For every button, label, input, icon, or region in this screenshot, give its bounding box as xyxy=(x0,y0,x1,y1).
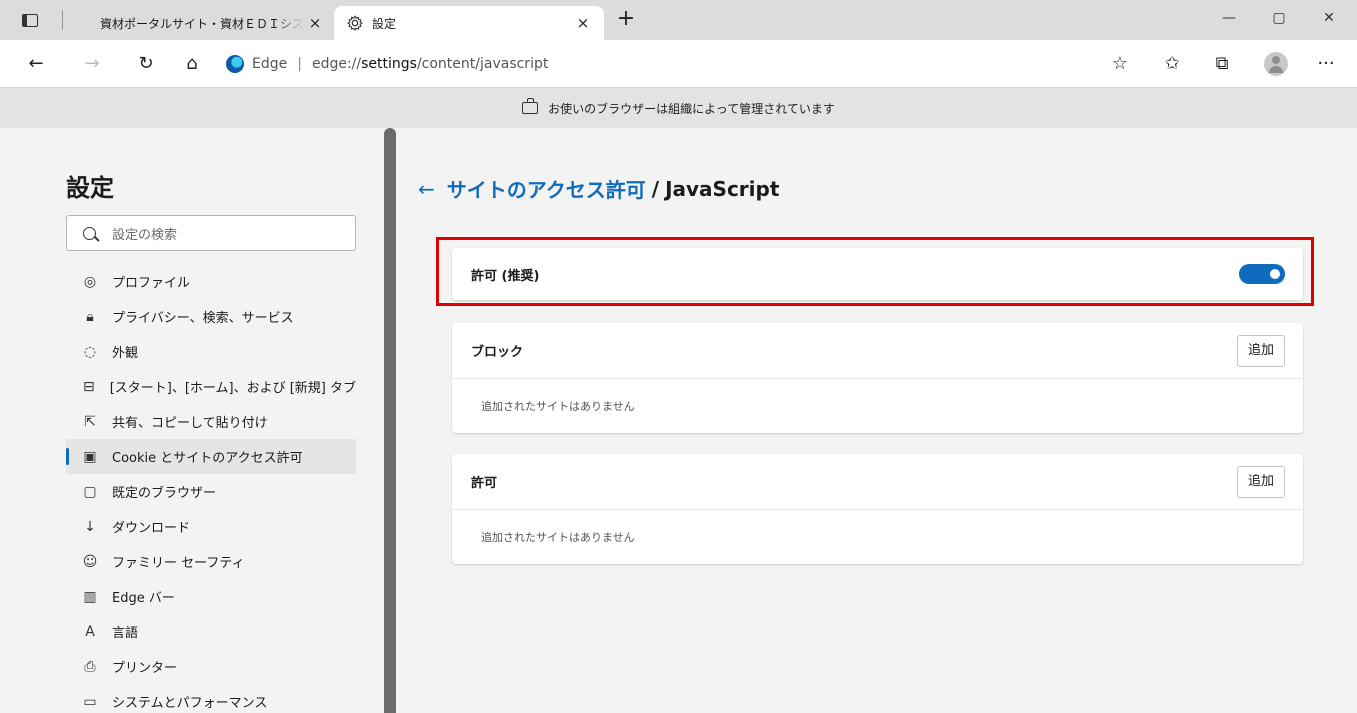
search-placeholder: 設定の検索 xyxy=(112,227,178,243)
favorites-button[interactable]: ✩ xyxy=(1160,52,1184,76)
sidebar-item-label: 共有、コピーして貼り付け xyxy=(112,416,268,431)
sidebar-item-label: ファミリー セーフティ xyxy=(112,556,245,571)
forward-button[interactable]: → xyxy=(80,52,104,76)
sidebar-item-cookies[interactable]: ▣ Cookie とサイトのアクセス許可 xyxy=(66,439,356,474)
refresh-button[interactable]: ↻ xyxy=(134,52,158,76)
breadcrumb-current: JavaScript xyxy=(665,176,780,201)
managed-banner-text: お使いのブラウザーは組織によって管理されています xyxy=(548,101,835,116)
share-icon: ⇱ xyxy=(84,413,96,430)
collections-button[interactable]: ⧉ xyxy=(1210,52,1234,76)
briefcase-icon xyxy=(522,98,539,114)
address-bar[interactable]: Edge | edge://settings/content/javascrip… xyxy=(226,55,548,73)
download-icon: ↓ xyxy=(84,518,96,535)
sidebar-item-printers[interactable]: ⎙ プリンター xyxy=(66,649,356,684)
sidebar-item-label: ダウンロード xyxy=(112,521,191,536)
url-host: settings xyxy=(361,56,417,72)
sidebar-item-privacy[interactable]: 🔒︎ プライバシー、検索、サービス xyxy=(66,299,356,334)
close-window-button[interactable]: ✕ xyxy=(1306,10,1352,32)
sidebar-item-label: プロファイル xyxy=(112,276,191,291)
sidebar-scrollbar[interactable] xyxy=(384,128,396,713)
sidebar-item-profile[interactable]: ◎ プロファイル xyxy=(66,264,356,299)
breadcrumb: ← サイトのアクセス許可 / JavaScript xyxy=(418,174,779,203)
breadcrumb-separator: / xyxy=(651,176,660,201)
block-list-title: ブロック xyxy=(471,345,524,360)
back-button[interactable]: ← xyxy=(24,52,48,76)
home-grid-icon: ⊟ xyxy=(82,378,95,395)
tab-close-icon[interactable]: × xyxy=(572,14,594,32)
sidebar-item-family[interactable]: ☺ ファミリー セーフティ xyxy=(66,544,356,579)
palette-icon: ◌ xyxy=(83,343,97,360)
sidebar-item-label: プリンター xyxy=(112,661,178,676)
tab-actions-icon[interactable] xyxy=(22,14,38,27)
sidebar-item-label: [スタート]、[ホーム]、および [新規] タブ xyxy=(109,381,356,396)
family-icon: ☺ xyxy=(82,553,98,570)
sidebar-item-downloads[interactable]: ↓ ダウンロード xyxy=(66,509,356,544)
tab-title: 設定 xyxy=(372,16,397,31)
tab-close-icon[interactable]: × xyxy=(304,14,326,32)
tab-settings[interactable]: 設定 × xyxy=(334,6,604,40)
tab-bar: 資材ポータルサイト・資材ＥＤＩシステム × 設定 × + — ▢ ✕ xyxy=(0,0,1357,40)
more-menu-button[interactable]: ··· xyxy=(1314,52,1338,76)
sidebar-item-share[interactable]: ⇱ 共有、コピーして貼り付け xyxy=(66,404,356,439)
system-icon: ▭ xyxy=(83,693,97,710)
sidebar-item-appearance[interactable]: ◌ 外観 xyxy=(66,334,356,369)
edge-bar-icon: ▥ xyxy=(83,588,97,605)
edge-logo-icon xyxy=(226,55,244,73)
sidebar-item-label: プライバシー、検索、サービス xyxy=(112,311,294,326)
sidebar-item-label: Edge バー xyxy=(112,591,175,606)
sidebar-item-default-browser[interactable]: ▢ 既定のブラウザー xyxy=(66,474,356,509)
gear-icon xyxy=(347,15,363,32)
language-icon: A xyxy=(85,623,95,640)
sidebar-nav: ◎ プロファイル 🔒︎ プライバシー、検索、サービス ◌ 外観 ⊟ [スタート]、[ホー… xyxy=(66,264,356,713)
highlight-box xyxy=(436,237,1314,306)
allow-list-card: 許可 追加 追加されたサイトはありません xyxy=(452,454,1303,564)
sidebar-item-languages[interactable]: A 言語 xyxy=(66,614,356,649)
sidebar-item-system[interactable]: ▭ システムとパフォーマンス xyxy=(66,684,356,713)
maximize-button[interactable]: ▢ xyxy=(1256,10,1302,32)
home-button[interactable]: ⌂ xyxy=(180,52,204,76)
block-list-header: ブロック 追加 xyxy=(452,323,1303,379)
breadcrumb-link-site-permissions[interactable]: サイトのアクセス許可 xyxy=(447,174,646,203)
new-tab-button[interactable]: + xyxy=(614,8,638,32)
lock-icon: 🔒︎ xyxy=(86,308,94,325)
sidebar-item-edge-bar[interactable]: ▥ Edge バー xyxy=(66,579,356,614)
block-list-card: ブロック 追加 追加されたサイトはありません xyxy=(452,323,1303,433)
sidebar-item-label: 言語 xyxy=(112,626,139,641)
sidebar-item-label: 既定のブラウザー xyxy=(112,486,217,501)
sidebar-item-label: Cookie とサイトのアクセス許可 xyxy=(112,451,303,466)
managed-banner: お使いのブラウザーは組織によって管理されています xyxy=(0,88,1357,128)
url-path: /content/javascript xyxy=(416,56,549,72)
default-browser-icon: ▢ xyxy=(83,483,97,500)
add-favorite-button[interactable]: ☆ xyxy=(1108,52,1132,76)
block-list-empty-text: 追加されたサイトはありません xyxy=(481,399,635,413)
allow-list-empty-text: 追加されたサイトはありません xyxy=(481,530,635,544)
sidebar-item-label: システムとパフォーマンス xyxy=(112,696,268,711)
allow-add-button[interactable]: 追加 xyxy=(1236,465,1285,498)
address-separator: | xyxy=(297,56,302,72)
search-icon xyxy=(83,226,96,240)
cookie-settings-icon: ▣ xyxy=(83,448,97,465)
navigation-bar: ← → ↻ ⌂ Edge | edge://settings/content/j… xyxy=(0,40,1357,88)
minimize-button[interactable]: — xyxy=(1206,10,1252,32)
allow-list-header: 許可 追加 xyxy=(452,454,1303,510)
browser-name: Edge xyxy=(252,56,288,72)
profile-icon: ◎ xyxy=(83,273,97,290)
search-input[interactable]: 設定の検索 xyxy=(66,215,356,251)
tab-portal[interactable]: 資材ポータルサイト・資材ＥＤＩシステム × xyxy=(100,6,330,40)
back-arrow-icon[interactable]: ← xyxy=(418,177,435,201)
page-title: 設定 xyxy=(66,174,114,202)
allow-list-title: 許可 xyxy=(471,476,498,491)
profile-avatar[interactable] xyxy=(1264,52,1288,76)
sidebar-item-label: 外観 xyxy=(112,346,139,361)
printer-icon: ⎙ xyxy=(84,658,96,675)
block-add-button[interactable]: 追加 xyxy=(1236,334,1285,367)
tab-title: 資材ポータルサイト・資材ＥＤＩシステム xyxy=(100,16,304,31)
tab-separator xyxy=(62,10,63,30)
url-prefix: edge:// xyxy=(311,56,362,72)
sidebar-item-start-home[interactable]: ⊟ [スタート]、[ホーム]、および [新規] タブ xyxy=(66,369,356,404)
